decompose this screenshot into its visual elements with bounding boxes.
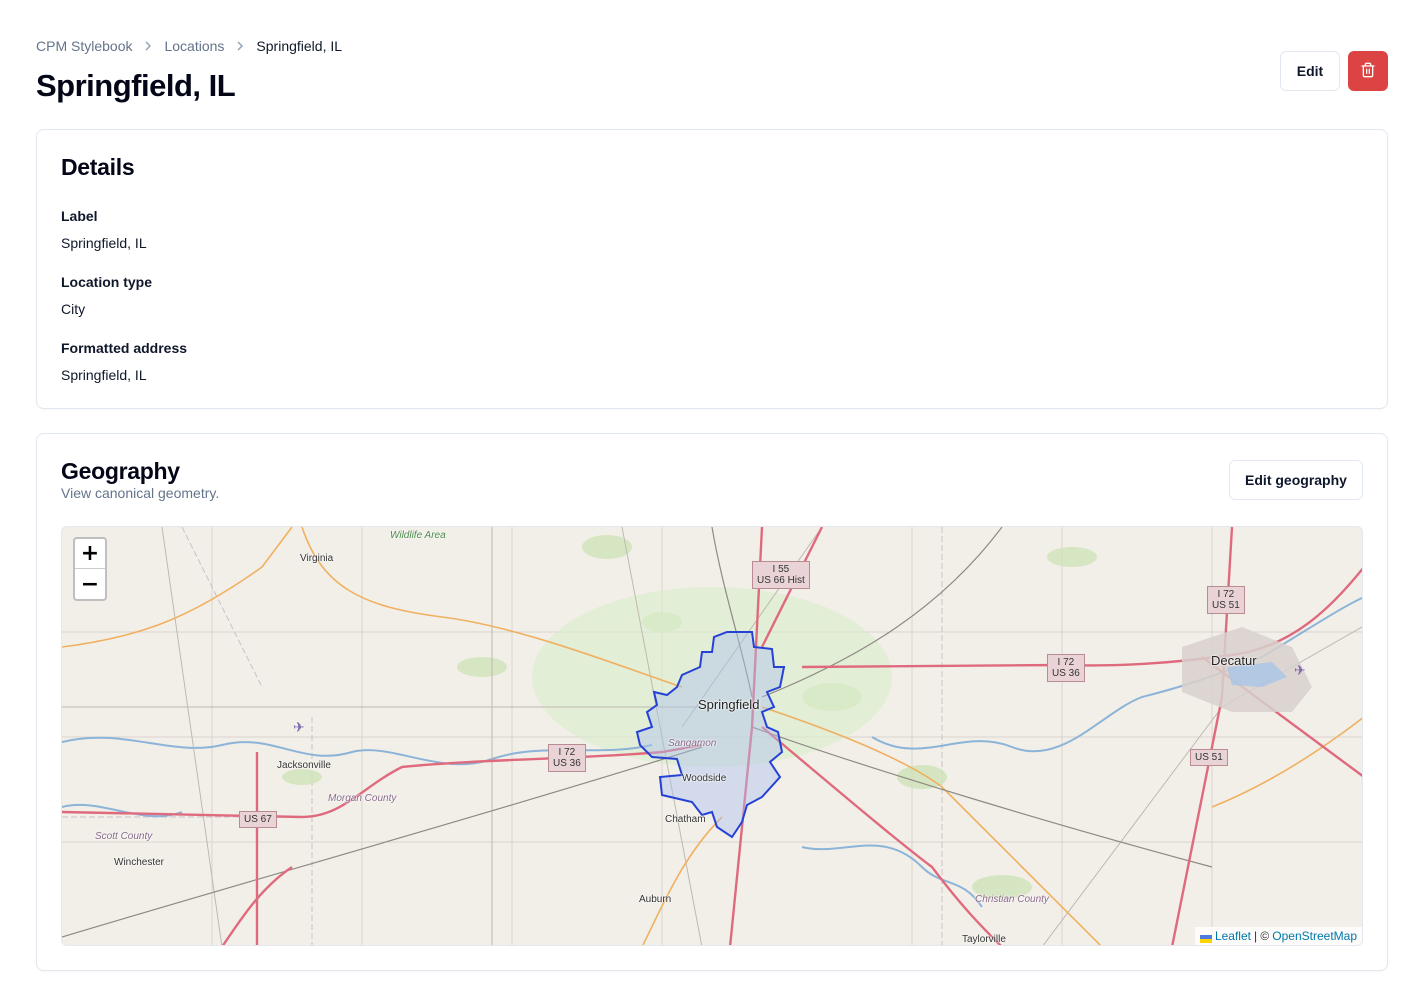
- breadcrumb: CPM Stylebook Locations Springfield, IL: [36, 38, 342, 54]
- chevron-right-icon: [236, 40, 244, 52]
- trash-icon: [1360, 62, 1376, 81]
- breadcrumb-item-stylebook[interactable]: CPM Stylebook: [36, 38, 132, 54]
- edit-button[interactable]: Edit: [1280, 51, 1340, 91]
- breadcrumb-current: Springfield, IL: [256, 38, 343, 54]
- shield-i72-decatur: I 72 US 51: [1207, 586, 1245, 614]
- label-field-label: Label: [61, 208, 98, 224]
- zoom-out-button[interactable]: −: [75, 569, 105, 599]
- place-label-chatham: Chatham: [665, 814, 706, 825]
- place-label-springfield: Springfield: [698, 697, 760, 712]
- zoom-control: + −: [73, 537, 107, 601]
- shield-line: I 55: [772, 564, 790, 575]
- openstreetmap-link[interactable]: OpenStreetMap: [1272, 929, 1357, 943]
- location-type-label: Location type: [61, 274, 153, 290]
- svg-text:✈: ✈: [293, 720, 305, 736]
- formatted-address-value: Springfield, IL: [61, 367, 147, 383]
- place-label-woodside: Woodside: [682, 773, 727, 784]
- shield-i72-west: I 72 US 36: [548, 744, 586, 772]
- geography-card: Geography View canonical geometry. Edit …: [36, 433, 1388, 971]
- shield-line: I 72: [1217, 589, 1235, 600]
- shield-line: US 36: [1052, 668, 1080, 679]
- shield-i55: I 55 US 66 Hist: [752, 561, 810, 589]
- shield-line: I 72: [1057, 657, 1075, 668]
- geography-subtitle: View canonical geometry.: [61, 485, 220, 501]
- map-tiles[interactable]: ✈ ✈: [62, 527, 1363, 946]
- edit-geography-button[interactable]: Edit geography: [1229, 460, 1363, 500]
- shield-line: I 72: [558, 747, 576, 758]
- map[interactable]: ✈ ✈ Virginia Springfield Decatur Jackson…: [61, 526, 1363, 946]
- svg-text:✈: ✈: [1294, 663, 1306, 679]
- label-field-value: Springfield, IL: [61, 235, 147, 251]
- shield-line: US 36: [553, 758, 581, 769]
- leaflet-link[interactable]: Leaflet: [1215, 929, 1251, 943]
- shield-line: US 66 Hist: [757, 575, 805, 586]
- chevron-right-icon: [144, 40, 152, 52]
- shield-us67: US 67: [239, 811, 277, 828]
- geography-heading: Geography: [61, 458, 180, 484]
- shield-line: US 51: [1212, 600, 1240, 611]
- zoom-in-button[interactable]: +: [75, 539, 105, 569]
- place-label-taylorville: Taylorville: [962, 934, 1006, 945]
- place-label-winchester: Winchester: [114, 857, 165, 868]
- attribution-separator: | ©: [1253, 929, 1270, 943]
- place-label-jacksonville: Jacksonville: [277, 760, 331, 771]
- place-label-virginia: Virginia: [300, 553, 334, 564]
- region-label-scott: Scott County: [95, 831, 153, 842]
- region-label-sangamon: Sangamon: [668, 738, 717, 749]
- location-type-value: City: [61, 301, 86, 317]
- delete-button[interactable]: [1348, 51, 1388, 91]
- shield-us51: US 51: [1190, 749, 1228, 766]
- region-label-morgan: Morgan County: [328, 793, 397, 804]
- region-label-christian: Christian County: [975, 894, 1049, 905]
- map-attribution: Leaflet | © OpenStreetMap: [1194, 927, 1362, 945]
- shield-i72-east: I 72 US 36: [1047, 654, 1085, 682]
- formatted-address-label: Formatted address: [61, 340, 188, 356]
- details-card: Details Label Springfield, IL Location t…: [36, 129, 1388, 409]
- breadcrumb-item-locations[interactable]: Locations: [164, 38, 224, 54]
- ukraine-flag-icon: [1199, 932, 1212, 943]
- region-label-wildlife: Wildlife Area: [390, 530, 446, 541]
- place-label-auburn: Auburn: [639, 894, 672, 905]
- page-title: Springfield, IL: [36, 68, 236, 103]
- details-heading: Details: [61, 154, 135, 180]
- place-label-decatur: Decatur: [1211, 653, 1257, 668]
